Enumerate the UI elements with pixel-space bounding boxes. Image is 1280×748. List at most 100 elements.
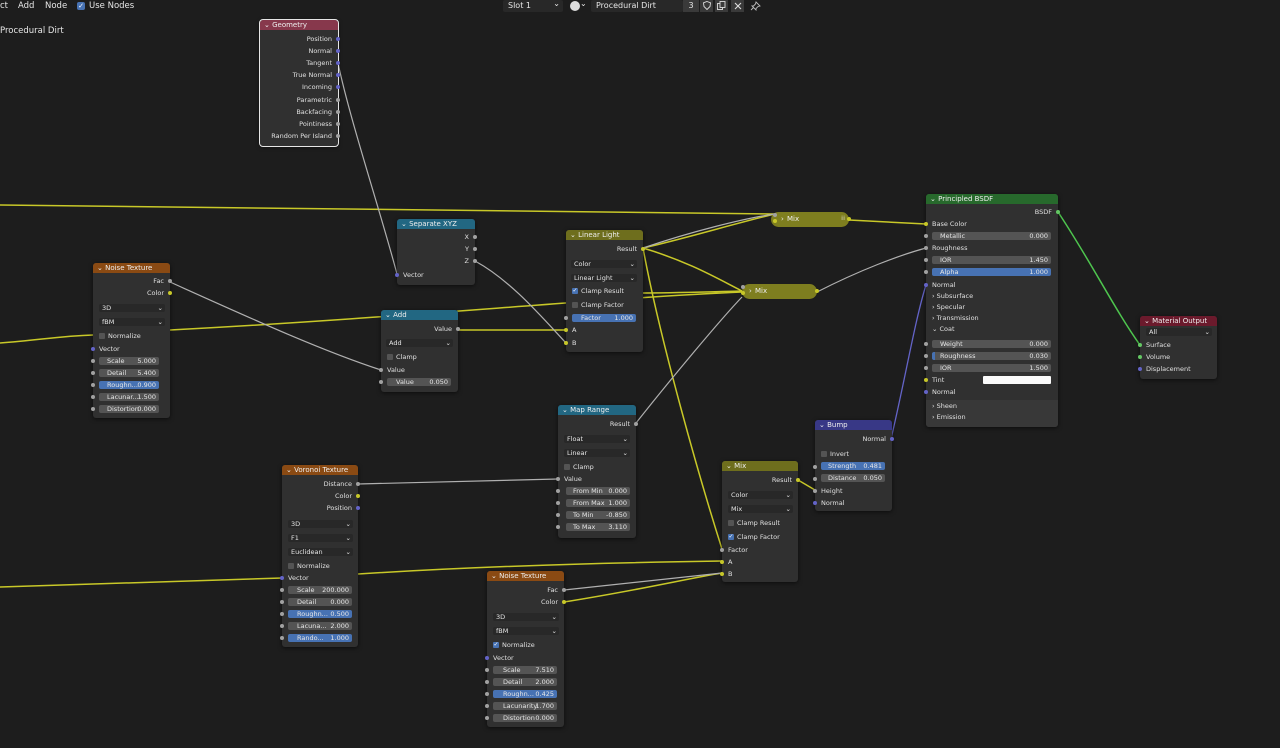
material-name-field[interactable]: Procedural Dirt (591, 0, 683, 12)
interpolation-dropdown[interactable]: Linear ⌄ (564, 449, 630, 457)
output-socket[interactable] (473, 259, 477, 263)
input-socket[interactable] (924, 270, 928, 274)
collapse-chevron-icon[interactable]: ⌄ (562, 406, 570, 414)
output-socket[interactable] (634, 422, 638, 426)
panel-subsurface[interactable]: › Subsurface (932, 292, 973, 300)
input-socket[interactable] (924, 354, 928, 358)
dimension-dropdown[interactable]: 3D ⌄ (493, 613, 559, 621)
output-socket[interactable] (1056, 210, 1060, 214)
output-socket[interactable] (336, 110, 340, 114)
clamp-result-checkbox[interactable] (728, 520, 734, 526)
clamp-factor-checkbox[interactable]: ✓ (728, 534, 734, 540)
input-socket[interactable] (564, 316, 568, 320)
output-socket[interactable] (473, 235, 477, 239)
material-sphere-icon[interactable] (570, 1, 580, 11)
distance-field[interactable]: Distance 0.050 (821, 474, 885, 482)
input-socket[interactable] (564, 328, 568, 332)
lacunarity-field[interactable]: Lacunarity 1.700 (493, 702, 557, 710)
input-socket[interactable] (773, 219, 777, 223)
input-socket[interactable] (813, 489, 817, 493)
fake-user-shield-icon[interactable] (700, 0, 713, 12)
input-socket[interactable] (91, 347, 95, 351)
roughness-field[interactable]: Roughn... 0.500 (288, 610, 352, 618)
input-socket[interactable] (924, 283, 928, 287)
input-socket[interactable] (1138, 343, 1142, 347)
input-socket[interactable] (379, 380, 383, 384)
output-socket[interactable] (562, 600, 566, 604)
input-socket[interactable] (280, 588, 284, 592)
input-socket[interactable] (813, 465, 817, 469)
scale-field[interactable]: Scale 5.000 (99, 357, 159, 365)
node-add[interactable]: ⌄ Add Value Add ⌄ Clamp Value Value 0.050 (379, 310, 460, 392)
ior-field[interactable]: IOR 1.450 (932, 256, 1051, 264)
node-map-range[interactable]: ⌄ Map Range Result Float ⌄ Linear ⌄ Clamp … (556, 405, 638, 538)
scale-field[interactable]: Scale 200.000 (288, 586, 352, 594)
menu-truncated[interactable]: ct (0, 1, 8, 11)
roughness-field[interactable]: Roughn... 0.425 (493, 690, 557, 698)
input-socket[interactable] (1138, 355, 1142, 359)
input-socket[interactable] (924, 258, 928, 262)
detail-field[interactable]: Detail 0.000 (288, 598, 352, 606)
input-socket[interactable] (395, 273, 399, 277)
output-socket[interactable] (473, 247, 477, 251)
clamp-factor-checkbox[interactable] (572, 302, 578, 308)
normalize-checkbox[interactable] (99, 333, 105, 339)
collapse-chevron-icon[interactable]: ⌄ (726, 462, 734, 470)
blend-mode-dropdown[interactable]: Mix ⌄ (728, 505, 793, 513)
material-browse-chevron-icon[interactable]: ⌄ (580, 0, 587, 8)
data-type-dropdown[interactable]: Color ⌄ (571, 260, 637, 268)
lacunarity-field[interactable]: Lacunar... 1.500 (99, 393, 159, 401)
collapse-chevron-icon[interactable]: ⌄ (286, 466, 294, 474)
coat-weight-field[interactable]: Weight 0.000 (932, 340, 1051, 348)
unlink-close-icon[interactable] (731, 0, 744, 12)
coat-roughness-field[interactable]: Roughness 0.030 (932, 352, 1051, 360)
node-noise-texture-2[interactable]: ⌄ Noise Texture Fac Color 3D ⌄ fBM ⌄ ✓ Nor… (485, 571, 566, 727)
input-socket[interactable] (485, 704, 489, 708)
lacunarity-field[interactable]: Lacuna... 2.000 (288, 622, 352, 630)
input-socket[interactable] (556, 525, 560, 529)
input-socket[interactable] (813, 501, 817, 505)
scale-field[interactable]: Scale 7.510 (493, 666, 557, 674)
node-separate-xyz[interactable]: ⌄ Separate XYZ X Y Z Vector (395, 219, 477, 285)
detail-field[interactable]: Detail 5.400 (99, 369, 159, 377)
input-socket[interactable] (91, 383, 95, 387)
output-socket[interactable] (796, 478, 800, 482)
input-socket[interactable] (556, 513, 560, 517)
output-socket[interactable] (336, 61, 340, 65)
collapse-chevron-icon[interactable]: ⌄ (385, 311, 393, 319)
factor-field[interactable]: Factor 1.000 (572, 314, 636, 322)
output-socket[interactable] (641, 247, 645, 251)
input-socket[interactable] (280, 612, 284, 616)
collapse-chevron-icon[interactable]: ⌄ (401, 220, 409, 228)
input-socket[interactable] (720, 572, 724, 576)
dimension-dropdown[interactable]: 3D ⌄ (99, 304, 165, 312)
node-material-output[interactable]: ⌄ Material Output All ⌄ Surface Volume Di… (1138, 316, 1217, 379)
input-socket[interactable] (485, 668, 489, 672)
panel-transmission[interactable]: › Transmission (932, 314, 979, 322)
output-socket[interactable] (456, 327, 460, 331)
roughness-field[interactable]: Roughn... 0.900 (99, 381, 159, 389)
input-socket[interactable] (773, 213, 777, 217)
node-geometry[interactable]: ⌄ Geometry Position Normal Tangent True … (259, 19, 340, 147)
output-socket[interactable] (336, 37, 340, 41)
collapse-chevron-icon[interactable]: ⌄ (491, 572, 499, 580)
expand-chevron-icon[interactable]: › (749, 284, 752, 298)
collapse-chevron-icon[interactable]: ⌄ (97, 264, 105, 272)
data-type-dropdown[interactable]: Color ⌄ (728, 491, 793, 499)
feature-dropdown[interactable]: F1 ⌄ (288, 534, 353, 542)
input-socket[interactable] (924, 342, 928, 346)
input-socket[interactable] (91, 371, 95, 375)
slot-dropdown[interactable]: Slot 1 ⌄ (503, 0, 563, 12)
noise-type-dropdown[interactable]: fBM ⌄ (493, 627, 559, 635)
alpha-field[interactable]: Alpha 1.000 (932, 268, 1051, 276)
input-socket[interactable] (280, 600, 284, 604)
node-editor-canvas[interactable]: ct Add Node ✓ Use Nodes Slot 1 ⌄ ⌄ Proce… (0, 0, 1280, 748)
output-socket[interactable] (356, 506, 360, 510)
target-dropdown[interactable]: All ⌄ (1146, 328, 1212, 336)
input-socket[interactable] (91, 359, 95, 363)
input-socket[interactable] (280, 576, 284, 580)
node-mix[interactable]: ⌄ Mix Result Color ⌄ Mix ⌄ Clamp Result ✓ … (720, 461, 800, 582)
clamp-checkbox[interactable] (564, 464, 570, 470)
panel-specular[interactable]: › Specular (932, 303, 965, 311)
output-socket[interactable] (356, 494, 360, 498)
